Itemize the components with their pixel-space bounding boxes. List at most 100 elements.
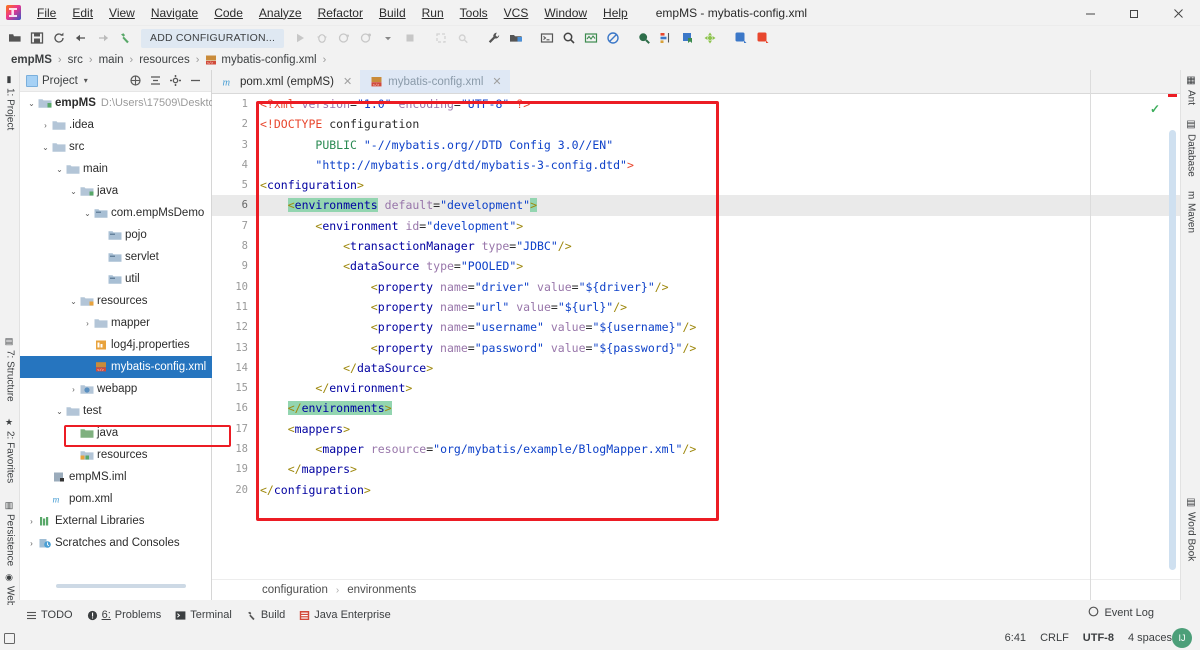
hierarchy-icon[interactable] xyxy=(656,28,676,48)
tree-item-selected[interactable]: </>mybatis-config.xml xyxy=(20,356,212,378)
sidebar-item-wordbook[interactable]: ▤ Word Book xyxy=(1181,494,1200,564)
code-line[interactable]: "http://mybatis.org/dtd/mybatis-3-config… xyxy=(256,155,1180,175)
menu-item-analyze[interactable]: Analyze xyxy=(251,3,310,23)
chevron-down-icon[interactable]: ⌄ xyxy=(26,99,37,108)
attach-icon[interactable] xyxy=(431,28,451,48)
sync-refresh-icon[interactable] xyxy=(49,28,69,48)
tree-item[interactable]: mpom.xml xyxy=(20,488,212,510)
line-number[interactable]: 13 xyxy=(212,338,256,358)
code-line[interactable]: <environment id="development"> xyxy=(256,216,1180,236)
stop-icon[interactable] xyxy=(400,28,420,48)
breadcrumb-environments[interactable]: environments xyxy=(347,584,416,596)
project-tree[interactable]: ⌄empMSD:\Users\17509\Deskto›.idea⌄src⌄ma… xyxy=(20,92,212,582)
tree-item[interactable]: ⌄main xyxy=(20,158,212,180)
tree-item[interactable]: ›External Libraries xyxy=(20,510,212,532)
chevron-down-icon[interactable]: ⌄ xyxy=(82,209,93,218)
tree-item[interactable]: ›webapp xyxy=(20,378,212,400)
search-icon[interactable] xyxy=(559,28,579,48)
open-folder-icon[interactable] xyxy=(5,28,25,48)
tree-item[interactable]: ⌄resources xyxy=(20,290,212,312)
sidebar-item-project[interactable]: ▮ 1: Project xyxy=(0,72,20,133)
editor-vertical-scrollbar[interactable] xyxy=(1169,130,1176,570)
tree-item[interactable]: ⌄src xyxy=(20,136,212,158)
tree-item[interactable]: empMS.iml xyxy=(20,466,212,488)
forward-arrow-icon[interactable] xyxy=(93,28,113,48)
tree-item[interactable]: ⌄test xyxy=(20,400,212,422)
breadcrumb-item-mybatis-config-xml[interactable]: </>mybatis-config.xml xyxy=(202,53,319,67)
maximize-button[interactable] xyxy=(1112,0,1156,26)
tool-button-todo[interactable]: TODO xyxy=(26,609,73,621)
error-stripe-mark[interactable] xyxy=(1168,94,1177,97)
breadcrumb-item-empms[interactable]: empMS xyxy=(8,53,55,67)
editor-splitter[interactable] xyxy=(1090,70,1091,600)
code-line[interactable]: <property name="username" value="${usern… xyxy=(256,317,1180,337)
line-number[interactable]: 8 xyxy=(212,236,256,256)
caret-position[interactable]: 6:41 xyxy=(1005,632,1026,644)
close-button[interactable] xyxy=(1156,0,1200,26)
save-all-icon[interactable] xyxy=(27,28,47,48)
code-editor[interactable]: 1234567891011121314151617181920 <?xml ve… xyxy=(212,94,1180,579)
plugin-icon[interactable] xyxy=(700,28,720,48)
line-number[interactable]: 6 xyxy=(212,195,256,215)
tool-button-terminal[interactable]: Terminal xyxy=(175,609,232,621)
menu-item-refactor[interactable]: Refactor xyxy=(310,3,371,23)
settings-gear-icon[interactable] xyxy=(453,28,473,48)
indent-setting[interactable]: 4 spaces xyxy=(1128,632,1172,644)
chevron-down-icon[interactable]: ⌄ xyxy=(68,297,79,306)
chevron-down-icon[interactable]: ⌄ xyxy=(54,165,65,174)
file-encoding[interactable]: UTF-8 xyxy=(1083,632,1114,644)
sidebar-item-persistence[interactable]: ▥ Persistence xyxy=(0,498,20,569)
code-line[interactable]: <configuration> xyxy=(256,175,1180,195)
tree-item[interactable]: ›Scratches and Consoles xyxy=(20,532,212,554)
chevron-right-icon[interactable]: › xyxy=(26,517,37,526)
line-number[interactable]: 4 xyxy=(212,155,256,175)
tree-item[interactable]: ›mapper xyxy=(20,312,212,334)
menu-item-help[interactable]: Help xyxy=(595,3,636,23)
tree-item[interactable]: util xyxy=(20,268,212,290)
terminal-icon[interactable] xyxy=(537,28,557,48)
menu-item-file[interactable]: File xyxy=(29,3,64,23)
dict-icon[interactable] xyxy=(753,28,773,48)
chevron-right-icon[interactable]: › xyxy=(68,385,79,394)
line-number[interactable]: 15 xyxy=(212,378,256,398)
line-number[interactable]: 12 xyxy=(212,317,256,337)
code-line[interactable]: </configuration> xyxy=(256,480,1180,500)
menu-item-view[interactable]: View xyxy=(101,3,143,23)
tool-button-build[interactable]: Build xyxy=(246,609,285,621)
tree-item[interactable]: pojo xyxy=(20,224,212,246)
database-chart-icon[interactable] xyxy=(581,28,601,48)
menu-item-edit[interactable]: Edit xyxy=(64,3,101,23)
database-icon[interactable] xyxy=(678,28,698,48)
menu-item-run[interactable]: Run xyxy=(414,3,452,23)
add-configuration-button[interactable]: ADD CONFIGURATION... xyxy=(141,29,284,48)
debug-icon[interactable] xyxy=(312,28,332,48)
menu-item-build[interactable]: Build xyxy=(371,3,414,23)
code-line[interactable]: <environments default="development"> xyxy=(256,195,1180,215)
breadcrumb-item-src[interactable]: src xyxy=(65,53,86,67)
code-content[interactable]: <?xml version="1.0" encoding="UTF-8" ?><… xyxy=(256,94,1180,579)
line-number[interactable]: 18 xyxy=(212,439,256,459)
sidebar-item-maven[interactable]: m Maven xyxy=(1181,188,1200,236)
dropdown-arrow-icon[interactable] xyxy=(378,28,398,48)
translate-icon[interactable] xyxy=(731,28,751,48)
sidebar-item-structure[interactable]: ▤ 7: Structure xyxy=(0,334,20,405)
line-number[interactable]: 1 xyxy=(212,94,256,114)
tree-item[interactable]: ⌄java xyxy=(20,180,212,202)
chevron-down-icon[interactable]: ⌄ xyxy=(54,407,65,416)
line-number[interactable]: 9 xyxy=(212,256,256,276)
run-icon[interactable] xyxy=(290,28,310,48)
chevron-right-icon[interactable]: › xyxy=(26,539,37,548)
profile-icon[interactable] xyxy=(356,28,376,48)
tree-item[interactable]: log4j.properties xyxy=(20,334,212,356)
code-line[interactable]: <mappers> xyxy=(256,419,1180,439)
code-line[interactable]: <?xml version="1.0" encoding="UTF-8" ?> xyxy=(256,94,1180,114)
code-line[interactable]: </environments> xyxy=(256,398,1180,418)
chevron-down-icon[interactable]: ⌄ xyxy=(68,187,79,196)
code-line[interactable]: <!DOCTYPE configuration xyxy=(256,114,1180,134)
close-icon[interactable]: ✕ xyxy=(492,75,501,88)
tool-button-problems[interactable]: 6: Problems xyxy=(87,609,162,621)
sidebar-item-web[interactable]: ◉ Web xyxy=(0,570,20,609)
line-number[interactable]: 2 xyxy=(212,114,256,134)
line-number[interactable]: 5 xyxy=(212,175,256,195)
menu-item-code[interactable]: Code xyxy=(206,3,251,23)
